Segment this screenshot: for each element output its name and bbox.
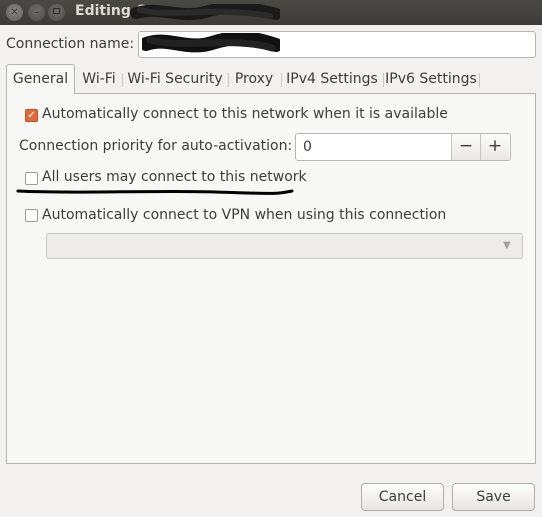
minimize-window-icon[interactable]: – (28, 4, 45, 21)
auto-connect-checkbox[interactable]: ✓ (25, 109, 38, 122)
connection-name-label: Connection name: (6, 36, 135, 52)
vpn-autoconnect-checkbox[interactable] (25, 209, 38, 222)
tab-separator (281, 73, 282, 87)
tab-general[interactable]: General (6, 64, 75, 94)
priority-value: 0 (303, 139, 312, 155)
connection-name-redaction-scribble (142, 33, 280, 53)
tab-separator (383, 73, 384, 87)
close-window-icon[interactable]: ✕ (6, 4, 23, 21)
tab-ipv4-settings[interactable]: IPv4 Settings (284, 66, 380, 92)
annotation-underline (16, 189, 294, 195)
combo-dropdown-arrow-icon[interactable]: ▼ (503, 237, 511, 255)
maximize-window-icon[interactable] (48, 4, 65, 21)
title-redaction-scribble (130, 4, 280, 21)
tab-separator (122, 73, 123, 87)
tab-separator (479, 73, 480, 87)
cancel-button[interactable]: Cancel (361, 483, 444, 511)
auto-connect-label[interactable]: Automatically connect to this network wh… (42, 106, 448, 122)
priority-increment-button[interactable]: + (480, 134, 509, 160)
priority-decrement-button[interactable]: − (451, 134, 480, 160)
vpn-select-combobox[interactable] (46, 233, 523, 259)
vpn-autoconnect-label[interactable]: Automatically connect to VPN when using … (42, 207, 446, 223)
tab-wifi-security[interactable]: Wi-Fi Security (125, 66, 225, 92)
priority-label: Connection priority for auto-activation: (19, 138, 293, 154)
tab-separator (228, 73, 229, 87)
all-users-checkbox[interactable] (25, 172, 38, 185)
tab-ipv6-settings[interactable]: IPv6 Settings (385, 66, 477, 92)
save-button[interactable]: Save (452, 483, 535, 511)
all-users-label[interactable]: All users may connect to this network (42, 169, 307, 185)
title-bar: ✕ – Editing C (0, 0, 542, 25)
tab-proxy[interactable]: Proxy (230, 66, 278, 92)
tab-wifi[interactable]: Wi-Fi (79, 66, 119, 92)
